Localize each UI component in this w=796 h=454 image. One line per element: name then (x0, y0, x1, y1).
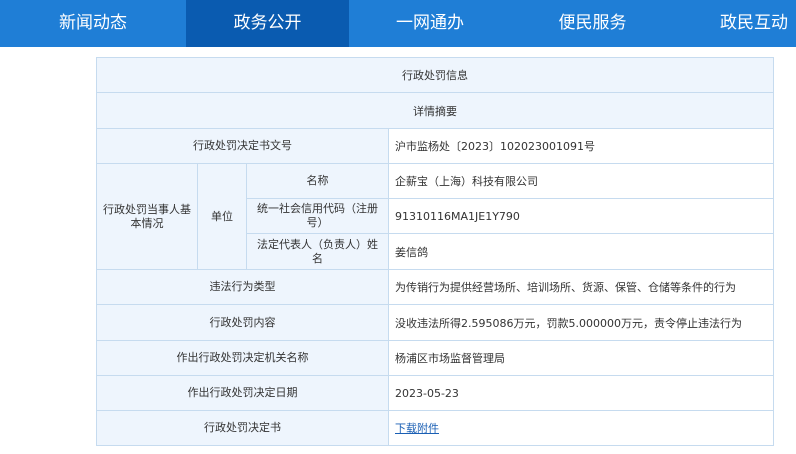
unit-label: 单位 (197, 163, 247, 270)
penalty-content-value: 没收违法所得2.595086万元，罚款5.000000万元，责令停止违法行为 (388, 304, 774, 341)
table-title-row: 行政处罚信息 (96, 57, 774, 93)
violation-type-value: 为传销行为提供经营场所、培训场所、货源、保管、仓储等条件的行为 (388, 269, 774, 305)
table-row: 作出行政处罚决定机关名称 杨浦区市场监督管理局 (96, 340, 774, 376)
decision-no-label: 行政处罚决定书文号 (96, 128, 389, 164)
table-row: 行政处罚内容 没收违法所得2.595086万元，罚款5.000000万元，责令停… (96, 304, 774, 341)
authority-value: 杨浦区市场监督管理局 (388, 340, 774, 376)
table-row: 行政处罚决定书文号 沪市监杨处〔2023〕102023001091号 (96, 128, 774, 164)
date-value: 2023-05-23 (388, 375, 774, 411)
nav-public-services[interactable]: 便民服务 (511, 0, 674, 47)
credit-code-label: 统一社会信用代码（注册号） (246, 198, 389, 234)
document-label: 行政处罚决定书 (96, 410, 389, 446)
table-row: 行政处罚当事人基本情况 单位 名称 企薪宝（上海）科技有限公司 (96, 163, 774, 270)
decision-no-value: 沪市监杨处〔2023〕102023001091号 (388, 128, 774, 164)
document-cell: 下载附件 (388, 410, 774, 446)
nav-government-affairs[interactable]: 政务公开 (186, 0, 349, 47)
table-row: 行政处罚决定书 下载附件 (96, 410, 774, 446)
credit-code-value: 91310116MA1JE1Y790 (388, 198, 774, 234)
table-subtitle-row: 详情摘要 (96, 92, 774, 129)
table-row: 违法行为类型 为传销行为提供经营场所、培训场所、货源、保管、仓储等条件的行为 (96, 269, 774, 305)
nav-news[interactable]: 新闻动态 (0, 0, 186, 47)
table-title: 行政处罚信息 (96, 57, 774, 93)
legal-rep-label: 法定代表人（负责人）姓名 (246, 233, 389, 270)
nav-interaction[interactable]: 政民互动 (674, 0, 796, 47)
table-subtitle: 详情摘要 (96, 92, 774, 129)
legal-rep-value: 姜信鸽 (388, 233, 774, 270)
name-value: 企薪宝（上海）科技有限公司 (388, 163, 774, 199)
penalty-info-table: 行政处罚信息 详情摘要 行政处罚决定书文号 沪市监杨处〔2023〕1020230… (96, 57, 774, 446)
name-label: 名称 (246, 163, 389, 199)
download-attachment-link[interactable]: 下载附件 (395, 422, 439, 435)
nav-online-services[interactable]: 一网通办 (349, 0, 511, 47)
date-label: 作出行政处罚决定日期 (96, 375, 389, 411)
penalty-content-label: 行政处罚内容 (96, 304, 389, 341)
table-row: 作出行政处罚决定日期 2023-05-23 (96, 375, 774, 411)
top-navigation: 新闻动态 政务公开 一网通办 便民服务 政民互动 (0, 0, 796, 47)
party-label: 行政处罚当事人基本情况 (96, 163, 198, 270)
authority-label: 作出行政处罚决定机关名称 (96, 340, 389, 376)
violation-type-label: 违法行为类型 (96, 269, 389, 305)
